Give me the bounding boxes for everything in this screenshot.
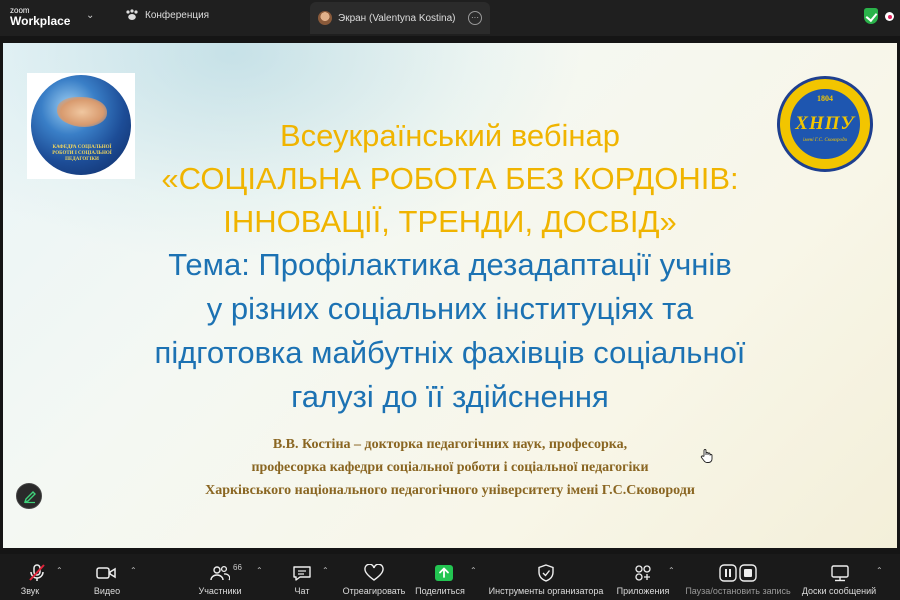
chat-label: Чат (294, 586, 310, 596)
share-screen-button[interactable]: ⌃ Поделиться (414, 554, 478, 600)
video-label: Видео (93, 586, 121, 596)
annotate-button[interactable] (16, 483, 42, 509)
shared-screen: КАФЕДРА СОЦІАЛЬНОЇ РОБОТИ І СОЦІАЛЬНОЇ П… (0, 36, 900, 554)
top-bar: zoom Workplace ⌄ Конференция Экран (Vale… (0, 0, 900, 36)
chevron-up-icon[interactable]: ⌃ (256, 566, 263, 575)
chevron-up-icon[interactable]: ⌃ (876, 566, 883, 575)
title-line: Всеукраїнський вебінар (279, 118, 621, 153)
audio-label: Звук (20, 586, 40, 596)
host-tools-label: Инструменты организатора (488, 586, 604, 596)
apps-label: Приложения (616, 586, 670, 596)
tab-label: Конференция (145, 9, 210, 21)
slide-title: Всеукраїнський вебінар «СОЦІАЛЬНА РОБОТА… (0, 114, 900, 419)
pause-record-icon (719, 564, 757, 582)
author-info: В.В. Костіна – докторка педагогічних нау… (0, 433, 900, 502)
topic-line: Тема: Профілактика дезадаптації учнів (168, 247, 732, 282)
topic-line: підготовка майбутніх фахівців соціальної (154, 335, 746, 370)
reactions-label: Отреагировать (342, 586, 406, 596)
video-button[interactable]: ⌃ Видео (84, 554, 140, 600)
recording-icon (885, 12, 894, 21)
reactions-button[interactable]: Отреагировать (338, 554, 410, 600)
host-tools-button[interactable]: Инструменты организатора (486, 554, 606, 600)
more-icon[interactable]: ··· (468, 11, 482, 25)
topic-line: галузі до її здійснення (291, 379, 609, 414)
participants-label: Участники (198, 586, 242, 596)
tab-label: Экран (Valentyna Kostina) (338, 12, 456, 24)
tab-conference[interactable]: Конференция (125, 9, 209, 21)
author-line: професорка кафедри соціальної роботи і с… (251, 460, 649, 475)
meeting-toolbar: ⌃ Звук ⌃ Видео 66 ⌃ Участники ⌃ Чат Отре… (0, 554, 900, 600)
tab-screen-share[interactable]: Экран (Valentyna Kostina) ··· (310, 2, 490, 34)
participant-count: 66 (233, 563, 242, 572)
whiteboard-icon (831, 565, 849, 582)
hand-cursor-icon (700, 449, 713, 463)
audio-button[interactable]: ⌃ Звук (10, 554, 64, 600)
chevron-up-icon[interactable]: ⌃ (56, 566, 63, 575)
seal-year: 1804 (817, 94, 833, 103)
heart-icon (364, 564, 384, 581)
participants-button[interactable]: 66 ⌃ Участники (190, 554, 263, 600)
chevron-up-icon[interactable]: ⌃ (668, 566, 675, 575)
chevron-up-icon[interactable]: ⌃ (470, 566, 477, 575)
share-icon (435, 565, 453, 581)
author-line: В.В. Костіна – докторка педагогічних нау… (272, 437, 628, 452)
apps-button[interactable]: ⌃ Приложения (612, 554, 675, 600)
share-label: Поделиться (415, 586, 465, 596)
shield-icon (538, 564, 554, 582)
brand-name: Workplace (10, 14, 71, 28)
mic-muted-icon (29, 564, 45, 581)
title-line: «СОЦІАЛЬНА РОБОТА БЕЗ КОРДОНІВ: (161, 161, 739, 196)
chevron-up-icon[interactable]: ⌃ (322, 566, 329, 575)
pencil-icon (23, 491, 36, 504)
whiteboards-button[interactable]: ⌃ Доски сообщений (800, 554, 890, 600)
avatar (318, 11, 332, 25)
paw-icon (126, 9, 138, 20)
chevron-down-icon[interactable]: ⌄ (86, 10, 94, 21)
video-icon (96, 567, 116, 579)
whiteboards-label: Доски сообщений (801, 586, 877, 596)
chevron-up-icon[interactable]: ⌃ (130, 566, 137, 575)
participants-icon (210, 565, 230, 581)
chat-button[interactable]: ⌃ Чат (288, 554, 329, 600)
apps-icon (635, 565, 651, 581)
app-logo: zoom Workplace (10, 5, 70, 27)
chat-icon (293, 566, 311, 581)
pause-record-button[interactable]: Пауза/остановить запись (682, 554, 794, 600)
security-shield-icon[interactable] (864, 8, 878, 24)
topic-line: у різних соціальних інституціях та (206, 291, 694, 326)
title-line: ІННОВАЦІЇ, ТРЕНДИ, ДОСВІД» (223, 204, 677, 239)
author-line: Харківського національного педагогічного… (205, 483, 695, 498)
pause-record-label: Пауза/остановить запись (685, 586, 791, 596)
